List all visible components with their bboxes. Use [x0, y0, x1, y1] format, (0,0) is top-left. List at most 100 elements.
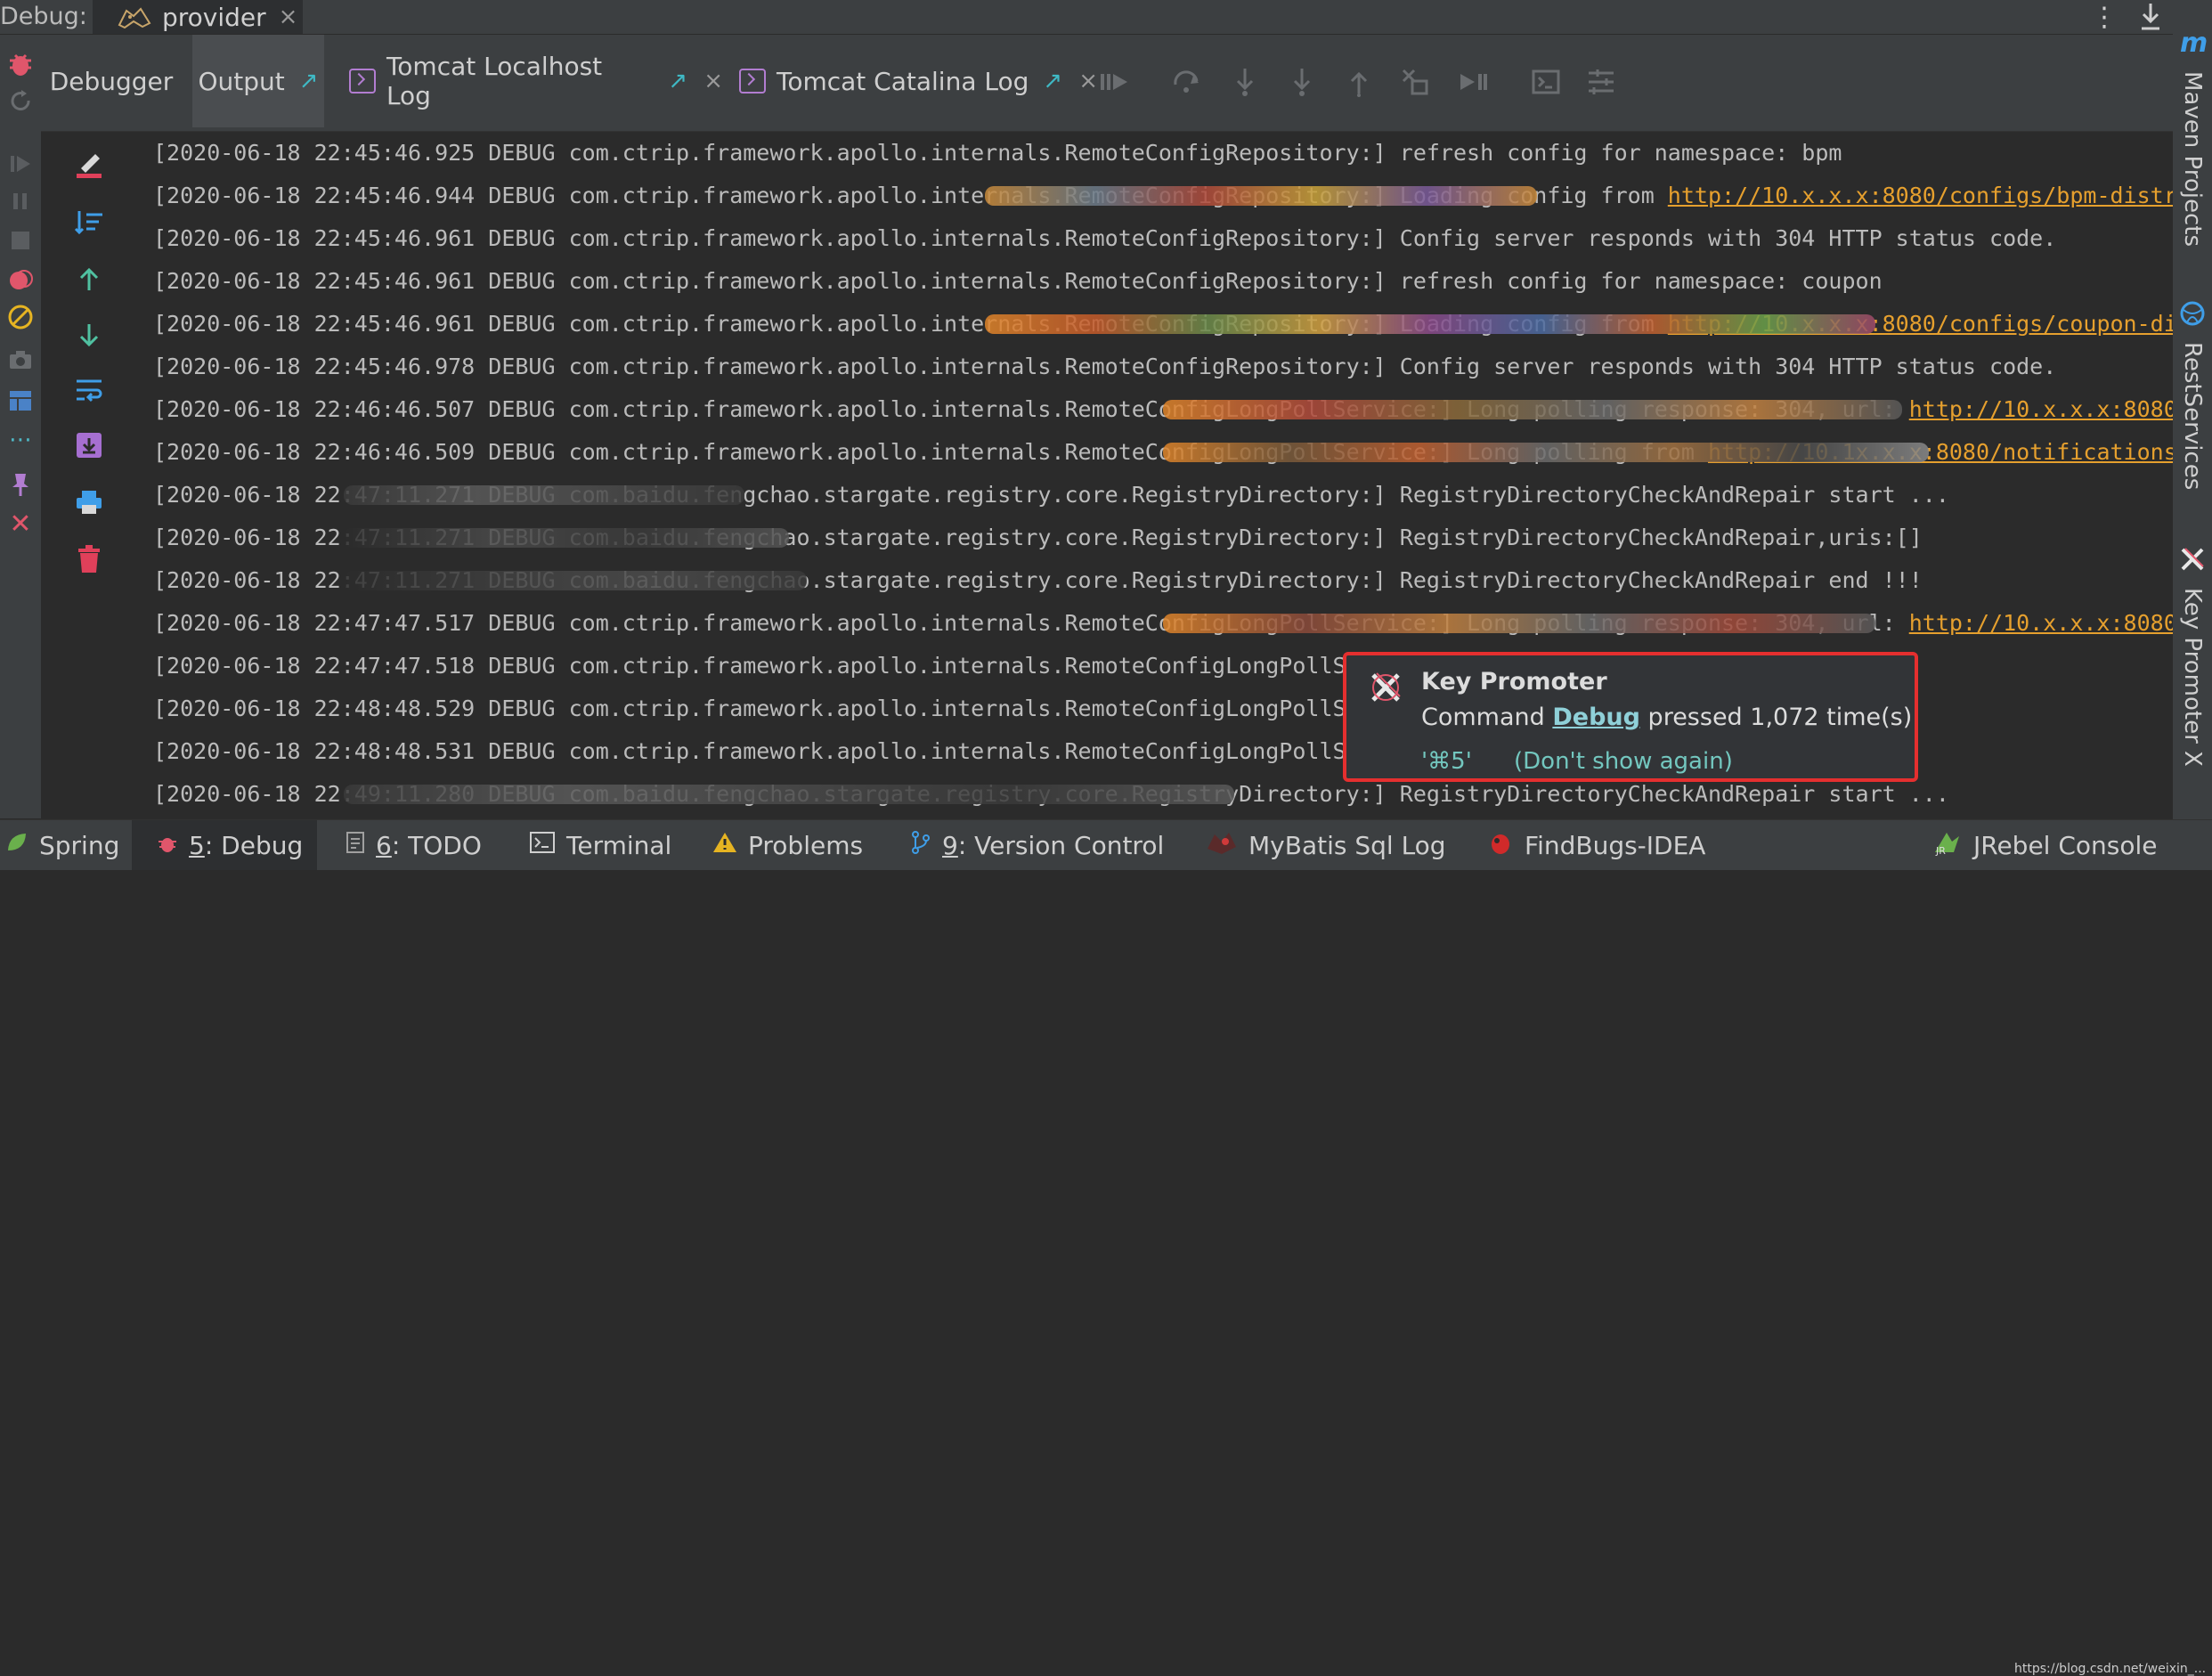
rest-services-icon: [2180, 301, 2205, 326]
status-terminal[interactable]: Terminal: [529, 820, 671, 870]
log-line: [2020-06-18 22:48:48.529 DEBUG com.ctrip…: [153, 696, 1427, 721]
poll-url-link[interactable]: http://10.x.x.x:8080/notifi: [1909, 396, 2173, 422]
debug-label: Debug:: [0, 3, 87, 30]
log-line: [2020-06-18 22:45:46.961 DEBUG com.ctrip…: [153, 268, 1883, 294]
tab-provider[interactable]: provider ×: [93, 0, 303, 34]
redaction-smear: [985, 186, 1537, 206]
command-link[interactable]: Debug: [1552, 704, 1640, 731]
resume-icon[interactable]: [4, 147, 37, 181]
redaction-smear: [344, 785, 1234, 804]
rest-services-panel[interactable]: RestServices: [2179, 342, 2206, 490]
status-mybatis-sql-log[interactable]: MyBatis Sql Log: [1206, 820, 1446, 870]
status-debug[interactable]: 5: Debug: [132, 820, 317, 870]
branch-icon: [910, 830, 931, 861]
status-problems[interactable]: Problems: [712, 820, 863, 870]
tab-tomcat-localhost-log[interactable]: Tomcat Localhost Log ↗ ×: [335, 35, 723, 127]
mybatis-icon: [1206, 829, 1238, 862]
pin-icon[interactable]: [4, 468, 37, 501]
status-todo[interactable]: 6: TODO: [346, 820, 482, 870]
pause-icon[interactable]: [4, 184, 37, 218]
trace-icon[interactable]: [1583, 64, 1619, 100]
redaction-smear: [1163, 443, 1929, 462]
arrow-up-icon[interactable]: [71, 262, 107, 297]
pin-tab-icon[interactable]: ↗: [299, 68, 319, 94]
redaction-smear: [344, 485, 744, 505]
bug-icon[interactable]: [4, 47, 37, 81]
key-promoter-icon: [2181, 548, 2204, 571]
jrebel-icon: JR: [1932, 829, 1963, 862]
poll-url-link[interactable]: http://10.x.x.x:8080/noti: [1909, 610, 2173, 636]
show-execution-point-icon[interactable]: [1097, 64, 1133, 100]
more-options-icon[interactable]: ⋮: [2091, 2, 2118, 33]
log-line: [2020-06-18 22:47:47.518 DEBUG com.ctrip…: [153, 653, 1427, 679]
sort-icon[interactable]: [71, 205, 107, 240]
redaction-smear: [344, 528, 789, 548]
tab-tomcat-localhost-log-label: Tomcat Localhost Log: [386, 52, 603, 110]
step-out-icon[interactable]: [1341, 64, 1377, 100]
svg-text:m: m: [2180, 28, 2207, 57]
redaction-smear: [344, 571, 807, 590]
log-line: [2020-06-18 22:48:48.531 DEBUG com.ctrip…: [153, 738, 1427, 764]
arrow-down-icon[interactable]: [71, 317, 107, 353]
view-breakpoints-icon[interactable]: [4, 263, 37, 297]
close-tab-icon[interactable]: ×: [1078, 68, 1098, 94]
tab-debugger-label: Debugger: [49, 66, 174, 96]
terminal-icon: [349, 69, 376, 94]
drop-frame-icon[interactable]: [1398, 64, 1434, 100]
camera-icon[interactable]: [4, 343, 37, 377]
tab-debugger[interactable]: Debugger: [41, 35, 182, 127]
log-line: [2020-06-18 22:45:46.978 DEBUG com.ctrip…: [153, 354, 2057, 379]
scroll-to-end-icon[interactable]: [71, 427, 107, 463]
soft-wrap-icon[interactable]: [71, 372, 107, 408]
tab-output-label: Output: [198, 66, 285, 96]
maven-icon: m: [2180, 28, 2207, 57]
bug-icon: [157, 831, 178, 860]
notification-message: Command Debug pressed 1,072 time(s): [1421, 704, 1913, 731]
spring-icon: [5, 831, 28, 860]
notification-title: Key Promoter: [1421, 668, 1607, 696]
key-promoter-x-panel[interactable]: Key Promoter X: [2179, 588, 2206, 767]
trash-icon[interactable]: [71, 541, 107, 577]
hide-panel-icon[interactable]: [2135, 0, 2166, 32]
key-promoter-notification: Key Promoter Command Debug pressed 1,072…: [1343, 652, 1918, 782]
pin-tab-icon[interactable]: ↗: [1043, 68, 1062, 94]
svg-text:JR: JR: [1935, 845, 1946, 856]
evaluate-expression-icon[interactable]: [1528, 64, 1564, 100]
stop-icon[interactable]: [4, 224, 37, 257]
tab-output[interactable]: Output ↗: [192, 35, 324, 127]
maven-projects-panel[interactable]: Maven Projects: [2179, 71, 2206, 247]
tab-tomcat-catalina-log[interactable]: Tomcat Catalina Log ↗ ×: [725, 35, 1122, 127]
print-icon[interactable]: [71, 484, 107, 520]
tool-window-bar: Spring 5: Debug 6: TODO Terminal Problem…: [0, 819, 2212, 1676]
close-tab-icon[interactable]: ×: [279, 4, 298, 30]
pin-tab-icon[interactable]: ↗: [668, 68, 687, 94]
dont-show-again-link[interactable]: (Don't show again): [1514, 748, 1733, 775]
terminal-icon: [529, 831, 556, 860]
log-line: [2020-06-18 22:45:46.925 DEBUG com.ctrip…: [153, 140, 1842, 166]
status-jrebel-console[interactable]: JR JRebel Console: [1932, 820, 2158, 870]
warning-icon: [712, 831, 737, 860]
console-tools: [41, 132, 139, 819]
debug-toolwindow-header: Debug: provider × ⋮: [0, 0, 2212, 35]
tomcat-icon: [118, 7, 151, 29]
step-over-icon[interactable]: [1170, 64, 1206, 100]
close-panel-icon[interactable]: ✕: [4, 507, 37, 541]
rerun-icon[interactable]: [4, 85, 37, 118]
run-to-cursor-icon[interactable]: [1455, 64, 1491, 100]
clear-all-icon[interactable]: [71, 146, 107, 182]
config-url-link[interactable]: http://10.x.x.x:8080/configs/bpm-distrib…: [1668, 183, 2173, 208]
status-findbugs[interactable]: FindBugs-IDEA: [1487, 820, 1705, 870]
redaction-smear: [1163, 614, 1875, 633]
layout-icon[interactable]: [4, 384, 37, 418]
key-promoter-icon: [1371, 672, 1401, 702]
findbugs-icon: [1487, 829, 1514, 862]
tab-tomcat-catalina-log-label: Tomcat Catalina Log: [777, 66, 1029, 96]
status-spring[interactable]: Spring: [5, 820, 119, 870]
status-version-control[interactable]: 9: Version Control: [910, 820, 1164, 870]
step-into-icon[interactable]: [1227, 64, 1263, 100]
mute-breakpoints-icon[interactable]: [4, 300, 37, 334]
close-tab-icon[interactable]: ×: [703, 68, 723, 94]
force-step-into-icon[interactable]: [1284, 64, 1320, 100]
more-actions-icon[interactable]: ⋯: [4, 423, 37, 457]
debug-action-strip: ⋯ ✕: [0, 35, 41, 818]
